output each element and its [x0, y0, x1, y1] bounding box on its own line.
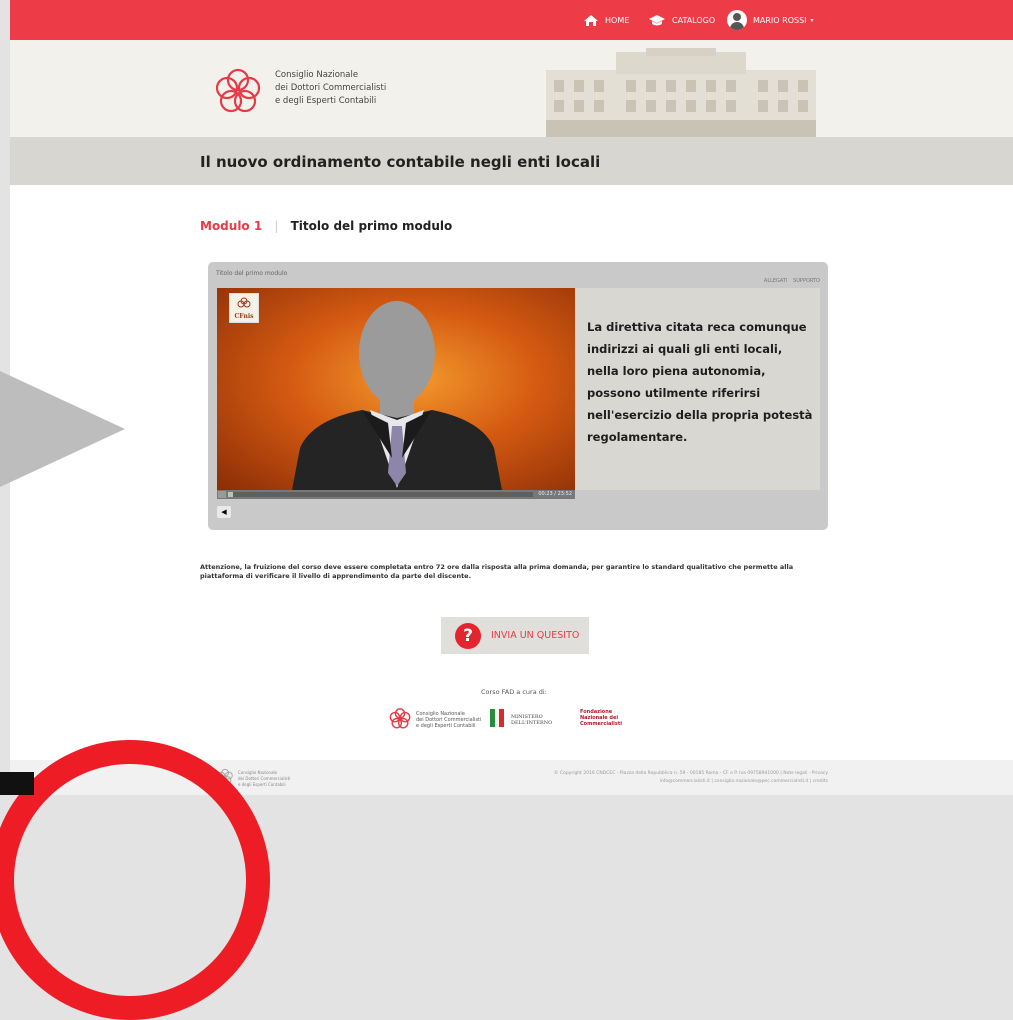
decor-arrow: [0, 371, 125, 487]
partner-fondazione: Fondazione Nazionale dei Commercialisti: [580, 709, 622, 727]
building-image: [546, 48, 816, 137]
module-number: Modulo 1: [200, 219, 263, 233]
top-navbar: HOME CATALOGO MARIO ROSSI ▾: [10, 0, 1013, 40]
slide-text: La direttiva citata reca comunque indiri…: [587, 320, 813, 444]
volume-button[interactable]: ◀: [217, 506, 231, 518]
presenter-silhouette: [292, 301, 502, 490]
module-title: Titolo del primo modulo: [290, 219, 453, 233]
notice-text: Attenzione, la fruizione del corso deve …: [200, 563, 794, 580]
send-question-button[interactable]: ? INVIA UN QUESITO: [441, 617, 589, 654]
decor-arc: [0, 740, 270, 1020]
logo-text: CFnis: [234, 313, 254, 320]
partners-label: Corso FAD a cura di:: [481, 688, 547, 696]
tab-attachments[interactable]: ALLEGATI: [764, 278, 788, 284]
video-channel-logo: CFnis: [229, 293, 259, 323]
time-display: 00:23 / 23:52: [538, 491, 572, 497]
org-name: Consiglio Nazionale dei Dottori Commerci…: [275, 70, 387, 106]
module-divider: |: [274, 219, 279, 233]
nav-user-menu[interactable]: MARIO ROSSI ▾: [727, 0, 814, 40]
cndcec-small-logo: [389, 708, 411, 729]
partner-cndcec: Consiglio Nazionale dei Dottori Commerci…: [386, 705, 486, 733]
partner-ministero: MINISTERO DELL'INTERNO: [490, 705, 575, 733]
logo-icon: [237, 297, 251, 308]
player-header-title: Titolo del primo modulo: [216, 270, 288, 277]
video-player: Titolo del primo modulo ALLEGATI SUPPORT…: [208, 262, 828, 530]
play-button[interactable]: [218, 491, 226, 498]
header-band: Consiglio Nazionale dei Dottori Commerci…: [10, 40, 1013, 137]
nav-home-label: HOME: [605, 15, 630, 25]
player-tabs: ALLEGATI SUPPORTO: [764, 278, 820, 284]
user-name: MARIO ROSSI: [753, 15, 807, 25]
tab-support[interactable]: SUPPORTO: [793, 278, 820, 284]
graduation-cap-icon: [649, 14, 665, 25]
home-icon: [584, 14, 598, 26]
speaker-icon: ◀: [221, 508, 227, 516]
footer-copyright: © Copyright 2016 CNDCEC - Piazza della R…: [554, 771, 828, 784]
module-heading: Modulo 1 | Titolo del primo modulo: [200, 219, 452, 233]
course-title: Il nuovo ordinamento contabile negli ent…: [200, 153, 601, 171]
nav-home[interactable]: HOME: [583, 0, 629, 40]
footer-org: Consiglio Nazionale dei Dottori Commerci…: [238, 770, 291, 787]
video-area: CFnis: [217, 288, 575, 490]
question-icon: ?: [455, 622, 481, 649]
send-question-label: INVIA UN QUESITO: [491, 630, 580, 641]
video-controls: 00:23 / 23:52: [217, 490, 575, 499]
italy-flag-icon: [490, 709, 505, 727]
slide-panel: La direttiva citata reca comunque indiri…: [575, 288, 820, 490]
avatar: [727, 10, 747, 30]
cndcec-logo: [215, 68, 261, 113]
chevron-down-icon: ▾: [810, 16, 814, 24]
nav-catalog[interactable]: CATALOGO: [648, 0, 715, 40]
progress-fill: [228, 492, 234, 497]
nav-catalog-label: CATALOGO: [672, 15, 716, 25]
progress-track[interactable]: [228, 492, 533, 497]
decor-block: [0, 772, 34, 795]
page: HOME CATALOGO MARIO ROSSI ▾ Consiglio Na…: [10, 0, 1013, 795]
